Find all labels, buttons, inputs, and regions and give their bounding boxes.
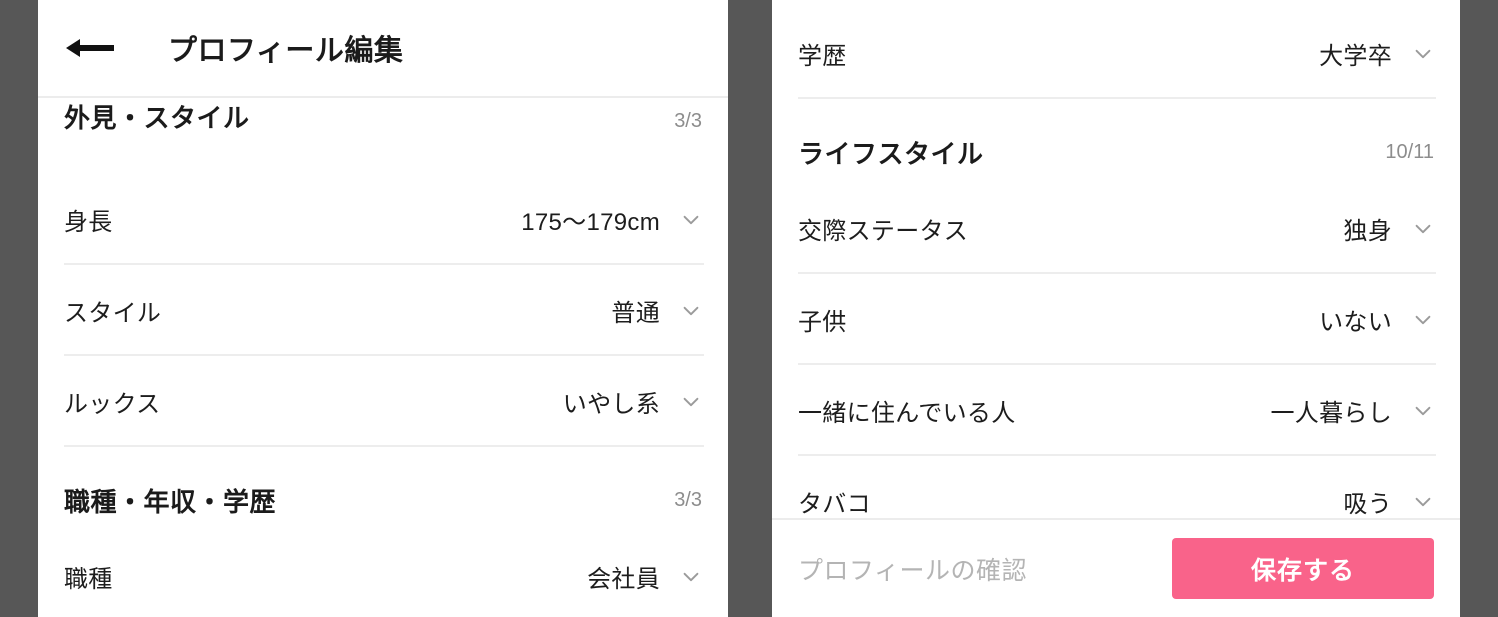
app-window: プロフィール編集 外見・スタイル 3/3 身長 175〜179cm スタイル 普… (0, 0, 1498, 617)
section-rows-lifestyle: 交際ステータス 独身 子供 いない 一緒に住んでいる人 一人暮らし タバコ 吸う (772, 183, 1460, 547)
chevron-down-icon (1415, 49, 1431, 58)
field-value: いない (1319, 309, 1392, 336)
field-value: 大学卒 (1319, 43, 1392, 70)
field-label: 学歴 (798, 43, 847, 70)
field-value: 175〜179cm (521, 209, 660, 236)
chevron-down-icon (1415, 224, 1431, 233)
field-value: いやし系 (562, 391, 660, 418)
field-value-group: 一人暮らし (1271, 393, 1435, 428)
section-header-occupation: 職種・年収・学歴 3/3 (38, 469, 728, 531)
field-value-group: 独身 (1343, 211, 1434, 246)
section-count-badge: 3/3 (674, 488, 702, 511)
field-value-group: 175〜179cm (521, 202, 702, 237)
app-header: プロフィール編集 (38, 0, 728, 98)
section-rows-occupation: 職種 会社員 (38, 531, 728, 617)
chevron-down-icon (1415, 497, 1431, 506)
field-label: 身長 (64, 209, 113, 236)
section-title: 外見・スタイル (64, 103, 250, 133)
field-label: 一緒に住んでいる人 (798, 400, 1016, 427)
field-row-style[interactable]: スタイル 普通 (64, 265, 704, 356)
section-count-badge: 3/3 (674, 110, 702, 132)
right-screen-panel: 学歴 大学卒 ライフスタイル 10/11 交際ステータス 独身 子供 いない 一… (772, 0, 1460, 617)
field-value-group: いない (1319, 302, 1434, 337)
section-header-appearance: 外見・スタイル 3/3 (38, 98, 728, 174)
field-label: タバコ (798, 491, 871, 518)
chevron-down-icon (683, 572, 699, 581)
chevron-down-icon (1415, 315, 1431, 324)
left-screen-panel: プロフィール編集 外見・スタイル 3/3 身長 175〜179cm スタイル 普… (38, 0, 728, 617)
section-rows-education: 学歴 大学卒 (772, 0, 1460, 99)
section-count-badge: 10/11 (1385, 140, 1434, 163)
section-header-lifestyle: ライフスタイル 10/11 (772, 121, 1460, 183)
field-row-relationship-status[interactable]: 交際ステータス 独身 (798, 183, 1436, 274)
field-value: 会社員 (587, 566, 660, 593)
field-row-looks[interactable]: ルックス いやし系 (64, 356, 704, 447)
chevron-down-icon (683, 306, 699, 315)
chevron-down-icon (1415, 406, 1431, 415)
field-label: 職種 (64, 566, 113, 593)
field-label: 子供 (798, 309, 847, 336)
section-rows-appearance: 身長 175〜179cm スタイル 普通 ルックス いやし系 (38, 174, 728, 447)
chevron-down-icon (683, 215, 699, 224)
field-label: スタイル (64, 300, 162, 327)
field-label: 交際ステータス (798, 218, 969, 245)
bottom-action-bar: プロフィールの確認 保存する (772, 518, 1460, 617)
field-value-group: 吸う (1343, 484, 1434, 519)
field-row-height[interactable]: 身長 175〜179cm (64, 174, 704, 265)
profile-confirm-link[interactable]: プロフィールの確認 (798, 551, 1027, 587)
field-label: ルックス (64, 391, 161, 418)
field-value-group: いやし系 (563, 384, 702, 419)
field-value: 吸う (1343, 491, 1392, 518)
field-row-children[interactable]: 子供 いない (798, 274, 1436, 365)
save-button[interactable]: 保存する (1172, 538, 1434, 599)
field-row-occupation[interactable]: 職種 会社員 (64, 531, 702, 617)
page-title: プロフィール編集 (168, 35, 404, 67)
field-value-group: 普通 (611, 293, 702, 328)
chevron-down-icon (683, 397, 699, 406)
field-value: 一人暮らし (1270, 400, 1392, 427)
field-value-group: 会社員 (587, 559, 702, 594)
field-row-living-with[interactable]: 一緒に住んでいる人 一人暮らし (798, 365, 1436, 456)
field-value: 独身 (1343, 218, 1392, 245)
field-value-group: 大学卒 (1319, 36, 1434, 71)
section-title: ライフスタイル (798, 138, 984, 169)
field-value: 普通 (611, 300, 660, 327)
field-row-education[interactable]: 学歴 大学卒 (798, 8, 1436, 99)
arrow-left-icon (64, 35, 116, 61)
back-button[interactable] (64, 27, 130, 69)
section-title: 職種・年収・学歴 (64, 486, 277, 517)
